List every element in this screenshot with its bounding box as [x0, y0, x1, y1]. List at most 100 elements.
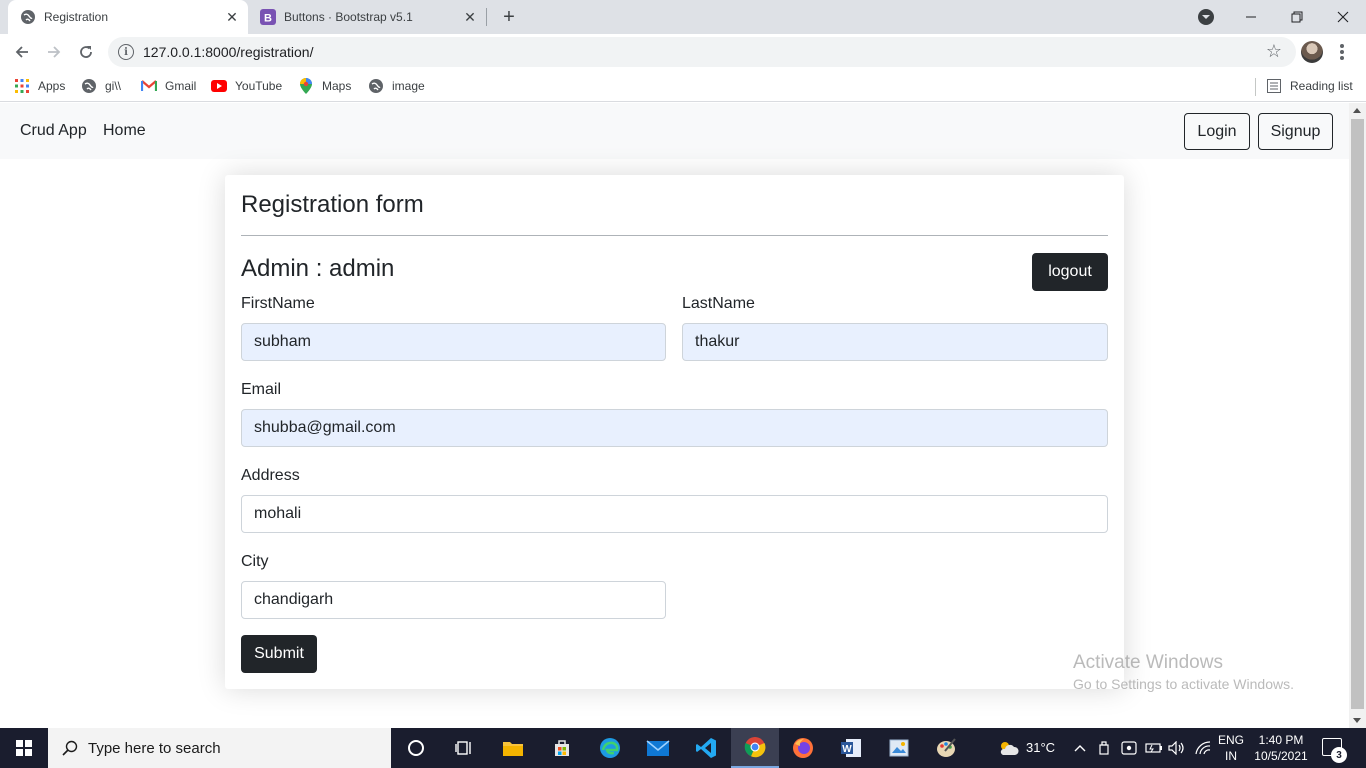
weather-temperature[interactable]: 31°C — [1026, 740, 1055, 755]
email-label: Email — [241, 381, 282, 398]
firefox-icon[interactable] — [779, 728, 827, 768]
scroll-up-arrow-icon[interactable] — [1353, 108, 1361, 113]
minimize-icon[interactable] — [1228, 0, 1274, 34]
gmail-icon — [141, 78, 157, 94]
store-icon[interactable] — [538, 728, 586, 768]
city-label: City — [241, 553, 269, 570]
wifi-icon[interactable] — [1192, 728, 1214, 768]
language-line1[interactable]: ENG — [1216, 733, 1246, 748]
admin-heading: Admin : admin — [241, 255, 395, 282]
logout-button[interactable]: logout — [1032, 253, 1108, 291]
reload-icon[interactable] — [74, 40, 98, 64]
volume-icon[interactable] — [1166, 728, 1188, 768]
youtube-icon — [211, 78, 227, 94]
activate-windows-subtitle: Go to Settings to activate Windows. — [1073, 676, 1294, 692]
lastname-label: LastName — [682, 295, 755, 312]
close-tab-icon[interactable]: ✕ — [460, 7, 480, 27]
firstname-label: FirstName — [241, 295, 315, 312]
start-button[interactable] — [0, 728, 48, 768]
browser-tab-strip: Registration ✕ B Buttons · Bootstrap v5.… — [0, 0, 1366, 34]
bootstrap-icon: B — [260, 9, 276, 25]
scroll-down-arrow-icon[interactable] — [1353, 718, 1361, 723]
restore-icon[interactable] — [1274, 0, 1320, 34]
clock-time[interactable]: 1:40 PM — [1252, 733, 1310, 748]
bookmarks-bar: Apps gi\\ Gmail YouTube Maps image Readi… — [0, 70, 1366, 102]
svg-text:W: W — [842, 744, 852, 755]
close-window-icon[interactable] — [1320, 0, 1366, 34]
page-viewport: Crud App Home Login Signup Registration … — [0, 103, 1349, 728]
bookmark-star-icon[interactable]: ☆ — [1266, 41, 1282, 62]
mail-icon[interactable] — [634, 728, 682, 768]
address-field[interactable] — [241, 495, 1108, 533]
firstname-field[interactable] — [241, 323, 666, 361]
battery-icon[interactable] — [1143, 728, 1165, 768]
globe-icon — [20, 9, 36, 25]
word-icon[interactable]: W — [827, 728, 875, 768]
scrollbar-thumb[interactable] — [1351, 119, 1364, 709]
login-button[interactable]: Login — [1184, 113, 1250, 150]
svg-text:B: B — [264, 13, 272, 25]
bookmark-apps[interactable]: Apps — [14, 76, 65, 96]
lastname-field[interactable] — [682, 323, 1108, 361]
back-arrow-icon[interactable] — [10, 40, 34, 64]
cortana-icon[interactable] — [392, 728, 440, 768]
bookmark-label: gi\\ — [105, 79, 122, 93]
vscode-icon[interactable] — [682, 728, 730, 768]
registration-card: Registration form Admin : admin logout F… — [225, 175, 1124, 689]
file-explorer-icon[interactable] — [489, 728, 537, 768]
submit-button[interactable]: Submit — [241, 635, 317, 673]
navbar-brand[interactable]: Crud App — [20, 122, 87, 140]
windows-taskbar: Type here to search W 31°C ENG IN 1:40 P… — [0, 728, 1366, 768]
city-field[interactable] — [241, 581, 666, 619]
apps-grid-icon — [14, 78, 30, 94]
app-navbar: Crud App Home Login Signup — [0, 103, 1349, 159]
show-hidden-icons-chevron-icon[interactable] — [1070, 728, 1090, 768]
tab-bootstrap-buttons[interactable]: B Buttons · Bootstrap v5.1 ✕ — [248, 0, 486, 34]
bookmark-youtube[interactable]: YouTube — [211, 76, 282, 96]
site-info-icon[interactable]: i — [118, 44, 134, 60]
search-placeholder: Type here to search — [88, 739, 221, 757]
chrome-icon[interactable] — [731, 728, 779, 768]
address-label: Address — [241, 467, 300, 484]
bookmark-image[interactable]: image — [368, 76, 425, 96]
close-tab-icon[interactable]: ✕ — [222, 7, 242, 27]
profile-avatar[interactable] — [1301, 41, 1323, 63]
tab-search-icon[interactable] — [1198, 9, 1214, 25]
browser-menu-icon[interactable] — [1336, 42, 1348, 62]
bookmark-maps[interactable]: Maps — [298, 76, 351, 96]
bookmark-gmail[interactable]: Gmail — [141, 76, 196, 96]
search-icon — [62, 740, 78, 756]
reading-list-label: Reading list — [1290, 79, 1353, 93]
title-divider — [241, 235, 1108, 236]
bookmark-label: image — [392, 79, 425, 93]
task-view-icon[interactable] — [440, 728, 488, 768]
page-scrollbar[interactable] — [1349, 103, 1366, 728]
forward-arrow-icon[interactable] — [42, 40, 66, 64]
clock-date[interactable]: 10/5/2021 — [1252, 749, 1310, 764]
tab-title: Registration — [44, 10, 109, 24]
edge-icon[interactable] — [586, 728, 634, 768]
signup-button[interactable]: Signup — [1258, 113, 1333, 150]
address-bar[interactable]: i 127.0.0.1:8000/registration/ ☆ — [108, 37, 1296, 67]
windows-logo-icon — [16, 740, 32, 756]
language-line2[interactable]: IN — [1216, 749, 1246, 764]
meet-now-icon[interactable] — [1118, 728, 1140, 768]
email-field[interactable] — [241, 409, 1108, 447]
bookmark-gi[interactable]: gi\\ — [81, 76, 121, 96]
activate-windows-title: Activate Windows — [1073, 652, 1223, 673]
new-tab-plus-icon[interactable]: + — [498, 6, 520, 28]
taskbar-search[interactable]: Type here to search — [48, 728, 391, 768]
weather-cloud-icon[interactable] — [994, 728, 1022, 768]
reading-list[interactable]: Reading list — [1266, 76, 1353, 96]
nav-link-home[interactable]: Home — [103, 122, 146, 140]
paint-icon[interactable] — [922, 728, 970, 768]
bookmark-label: Maps — [322, 79, 352, 93]
usb-device-icon[interactable] — [1094, 728, 1114, 768]
maps-pin-icon — [298, 78, 314, 94]
bookmark-label: YouTube — [235, 79, 283, 93]
photos-icon[interactable] — [875, 728, 923, 768]
tab-registration[interactable]: Registration ✕ — [8, 0, 248, 34]
tab-separator — [486, 8, 487, 26]
bookmark-label: Gmail — [165, 79, 197, 93]
url-text[interactable]: 127.0.0.1:8000/registration/ — [143, 44, 313, 60]
